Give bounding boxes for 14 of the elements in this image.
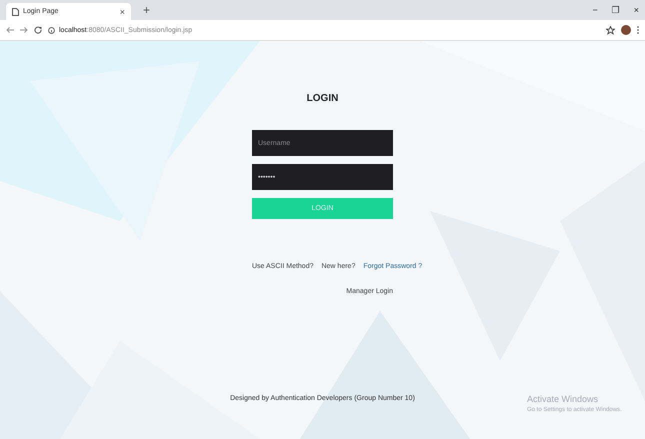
close-button[interactable]: × bbox=[634, 5, 639, 15]
activation-title: Activate Windows bbox=[527, 394, 600, 404]
new-tab-button[interactable]: + bbox=[137, 2, 156, 18]
reload-icon[interactable] bbox=[34, 26, 42, 34]
avatar-icon[interactable] bbox=[621, 25, 631, 35]
page-icon bbox=[12, 8, 19, 16]
star-icon[interactable] bbox=[606, 26, 615, 34]
back-icon[interactable] bbox=[6, 27, 14, 33]
forward-icon[interactable] bbox=[20, 27, 28, 33]
login-title: LOGIN bbox=[306, 93, 338, 104]
info-icon[interactable] bbox=[48, 26, 55, 34]
close-tab-button[interactable]: × bbox=[120, 6, 125, 16]
maximize-button[interactable]: ❐ bbox=[612, 5, 620, 15]
minimize-button[interactable]: − bbox=[592, 5, 598, 15]
